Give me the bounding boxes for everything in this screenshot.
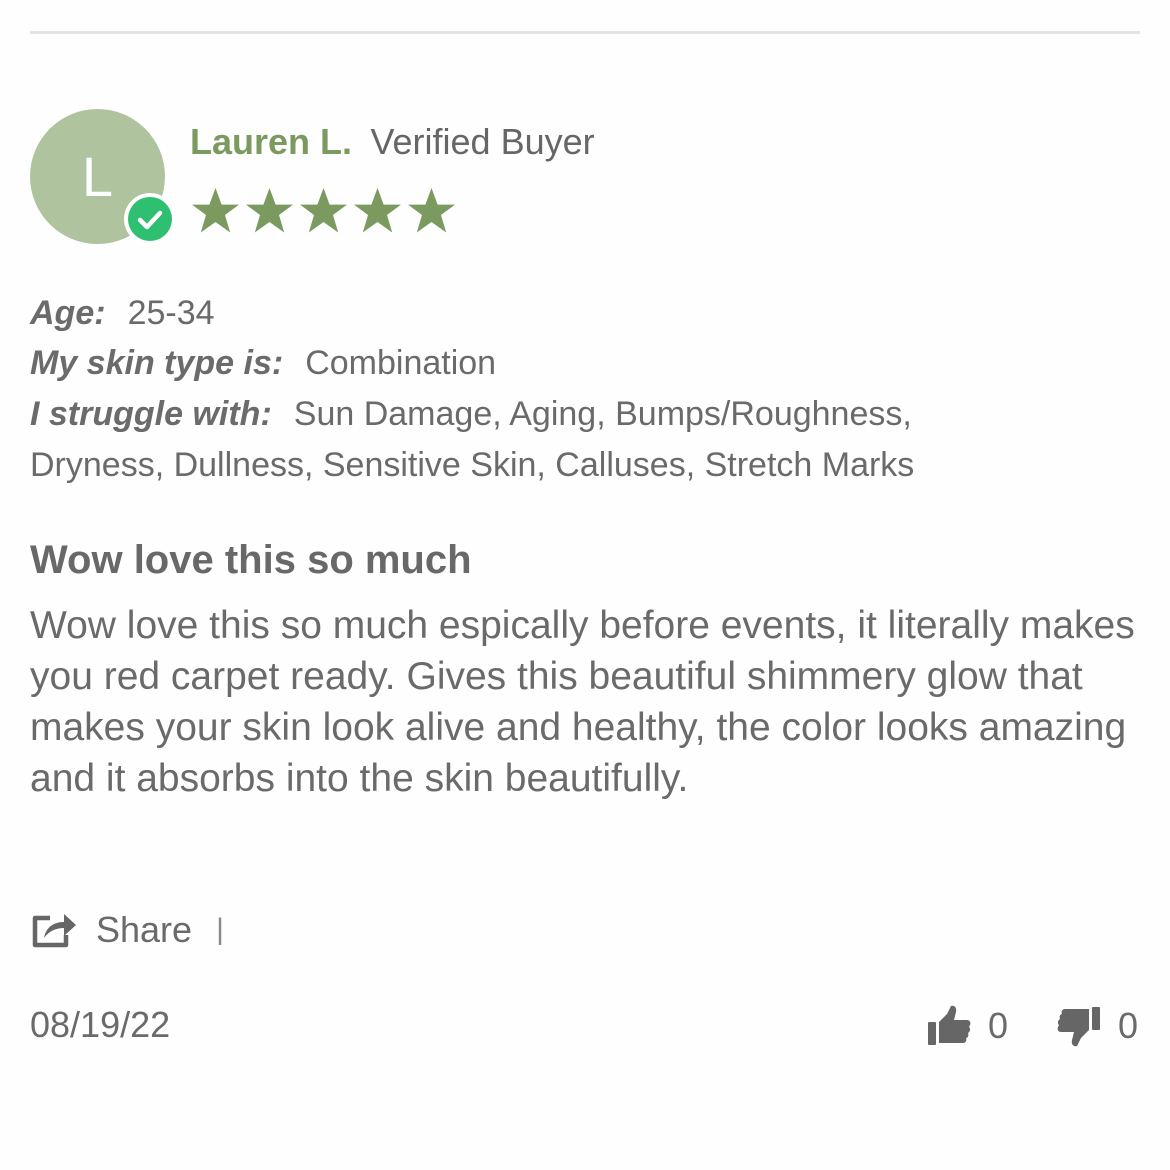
star-icon (190, 186, 241, 240)
attribute-value: 25-34 (127, 294, 215, 332)
author-row: Lauren L. Verified Buyer (190, 118, 595, 166)
attribute-struggles: I struggle with: Sun Damage, Aging, Bumps… (30, 389, 912, 439)
thumbs-down-icon (1057, 1007, 1100, 1047)
author-name: Lauren L. (190, 121, 353, 162)
top-divider (30, 31, 1140, 34)
verified-badge (124, 193, 176, 245)
share-label: Share (96, 909, 193, 950)
attribute-value: Sun Damage, Aging, Bumps/Roughness, (293, 395, 912, 433)
star-icon (298, 186, 349, 240)
star-rating (190, 186, 457, 240)
review-title: Wow love this so much (30, 538, 472, 582)
star-icon (406, 186, 457, 240)
thumbs-up-icon (928, 1005, 971, 1045)
verified-buyer-label: Verified Buyer (370, 121, 595, 162)
review-body: Wow love this so much espically before e… (30, 604, 1135, 800)
vote-up-button[interactable]: 0 (926, 998, 1008, 1054)
star-icon (352, 186, 403, 240)
check-circle-icon (128, 197, 172, 241)
attribute-label: My skin type is: (30, 344, 284, 382)
share-icon (32, 914, 76, 948)
attribute-value: Combination (305, 344, 497, 382)
share-button[interactable]: Share | (30, 903, 224, 957)
attribute-skin-type: My skin type is: Combination (30, 338, 496, 388)
vote-down-count: 0 (1118, 1005, 1139, 1046)
vote-up-count: 0 (988, 1005, 1009, 1046)
vote-down-button[interactable]: 0 (1056, 998, 1138, 1054)
separator: | (216, 913, 224, 946)
attribute-age: Age: 25-34 (30, 288, 215, 338)
attribute-label: I struggle with: (30, 395, 272, 433)
attribute-label: Age: (30, 294, 106, 332)
attribute-struggles-continued: Dryness, Dullness, Sensitive Skin, Callu… (30, 440, 914, 490)
star-icon (244, 186, 295, 240)
attribute-value: Dryness, Dullness, Sensitive Skin, Callu… (30, 446, 915, 484)
review-date: 08/19/22 (30, 1004, 171, 1045)
